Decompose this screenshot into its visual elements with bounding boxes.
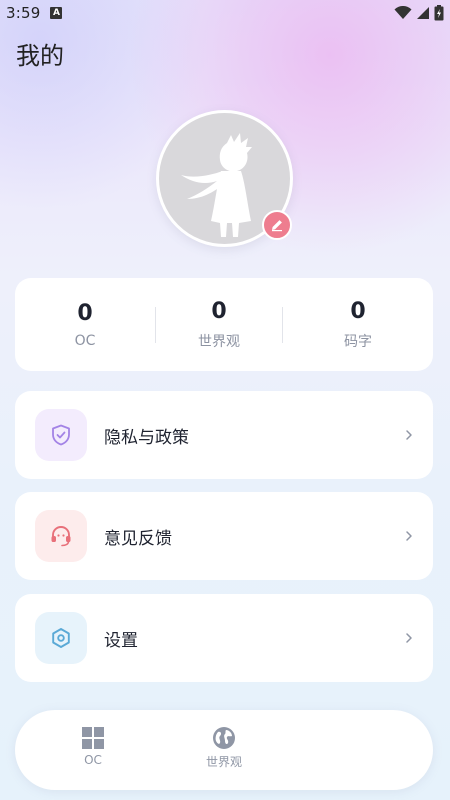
stat-label: 世界观 <box>198 333 240 350</box>
signal-icon <box>417 7 429 19</box>
chevron-right-icon <box>405 632 413 644</box>
settings-icon <box>52 628 70 648</box>
stat-label: 码字 <box>344 333 372 350</box>
globe-icon <box>213 727 235 749</box>
stat-value: 0 <box>350 298 366 324</box>
menu-item-feedback[interactable]: 意见反馈 <box>15 492 433 580</box>
status-bar: 3:59 A <box>0 0 450 26</box>
stat-value: 0 <box>77 300 93 326</box>
menu-item-settings[interactable]: 设置 <box>15 594 433 682</box>
tab-oc[interactable]: OC <box>58 726 128 767</box>
privacy-icon-box <box>35 409 87 461</box>
tab-worldview[interactable]: 世界观 <box>189 726 259 770</box>
menu-label: 设置 <box>104 630 138 651</box>
status-icons <box>394 5 444 21</box>
status-time: 3:59 <box>6 4 41 22</box>
menu-item-privacy[interactable]: 隐私与政策 <box>15 391 433 479</box>
pencil-icon <box>272 220 282 232</box>
settings-icon-box <box>35 612 87 664</box>
menu-label: 隐私与政策 <box>104 427 189 448</box>
shield-check-icon <box>52 424 70 446</box>
stat-value: 0 <box>211 298 227 324</box>
stat-writing[interactable]: 0 码字 <box>283 299 433 351</box>
headset-icon <box>51 526 71 547</box>
edit-avatar-button[interactable] <box>262 210 292 240</box>
menu-label: 意见反馈 <box>104 528 172 549</box>
stat-label: OC <box>74 332 96 349</box>
page-title: 我的 <box>16 42 64 70</box>
chevron-right-icon <box>405 530 413 542</box>
stat-oc[interactable]: 0 OC <box>15 301 155 349</box>
a-letter-icon: A <box>50 7 63 19</box>
battery-icon <box>434 5 444 21</box>
stat-worldview[interactable]: 0 世界观 <box>156 299 282 351</box>
tab-label: 世界观 <box>205 755 242 769</box>
tab-label: OC <box>84 753 102 767</box>
grid-icon <box>82 727 104 749</box>
chevron-right-icon <box>405 429 413 441</box>
wifi-icon <box>394 6 412 19</box>
feedback-icon-box <box>35 510 87 562</box>
bottom-tab-bar: OC 世界观 <box>15 710 433 790</box>
stats-card: 0 OC 0 世界观 0 码字 <box>15 278 433 371</box>
